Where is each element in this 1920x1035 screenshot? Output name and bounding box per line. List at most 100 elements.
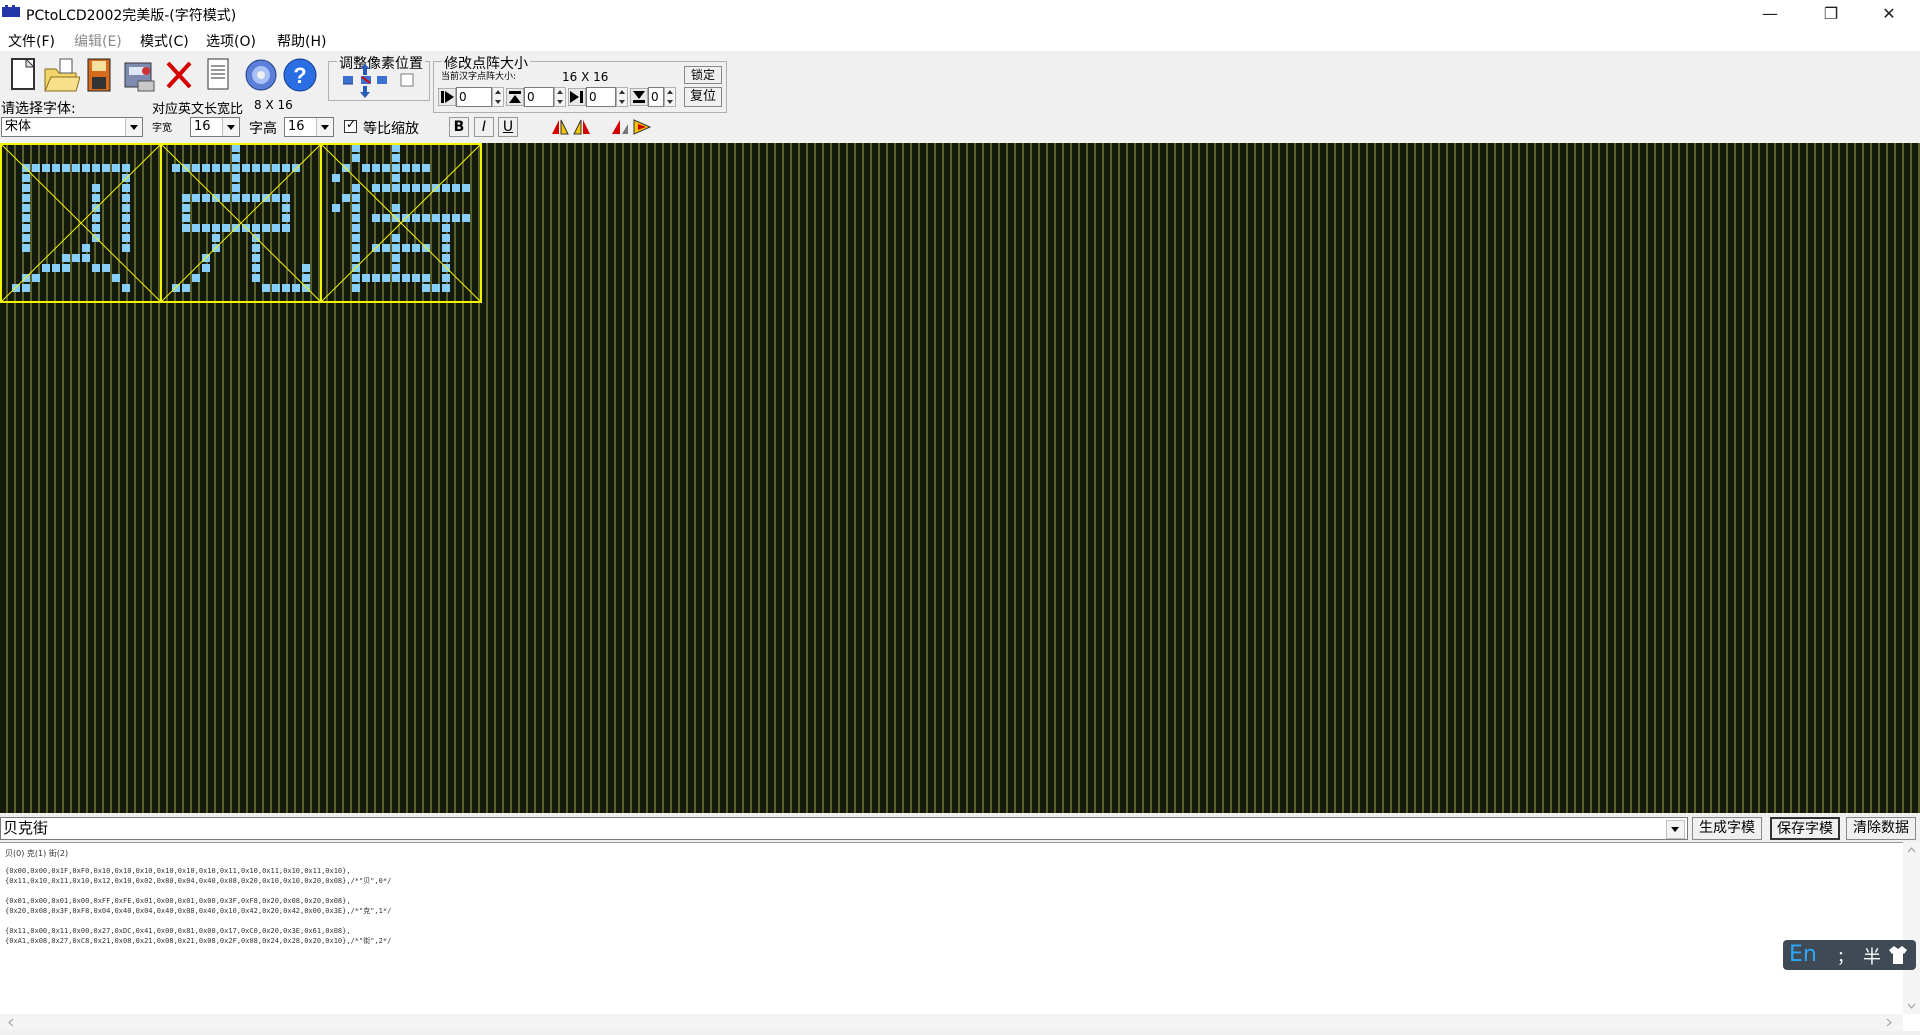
lit-pixel[interactable] <box>212 164 220 172</box>
chevron-down-icon[interactable] <box>316 118 333 136</box>
lit-pixel[interactable] <box>22 244 30 252</box>
lit-pixel[interactable] <box>122 184 130 192</box>
lit-pixel[interactable] <box>352 284 360 292</box>
lit-pixel[interactable] <box>392 174 400 182</box>
lit-pixel[interactable] <box>232 144 240 152</box>
lit-pixel[interactable] <box>352 144 360 152</box>
output-text-area[interactable]: 贝(0) 克(1) 街(2) {0x00,0x00,0x1F,0xF0,0x10… <box>0 842 1920 1031</box>
lit-pixel[interactable] <box>252 244 260 252</box>
help-icon[interactable]: ? <box>281 55 319 95</box>
lit-pixel[interactable] <box>92 224 100 232</box>
lit-pixel[interactable] <box>462 214 470 222</box>
lit-pixel[interactable] <box>82 164 90 172</box>
lit-pixel[interactable] <box>382 274 390 282</box>
lit-pixel[interactable] <box>82 254 90 262</box>
lit-pixel[interactable] <box>302 264 310 272</box>
lit-pixel[interactable] <box>92 264 100 272</box>
lit-pixel[interactable] <box>202 194 210 202</box>
lit-pixel[interactable] <box>352 194 360 202</box>
lit-pixel[interactable] <box>442 254 450 262</box>
lit-pixel[interactable] <box>282 164 290 172</box>
reset-button[interactable]: 复位 <box>684 87 722 107</box>
lit-pixel[interactable] <box>382 184 390 192</box>
lit-pixel[interactable] <box>182 204 190 212</box>
lit-pixel[interactable] <box>352 214 360 222</box>
lit-pixel[interactable] <box>422 274 430 282</box>
italic-button[interactable]: I <box>474 117 494 137</box>
lit-pixel[interactable] <box>442 274 450 282</box>
lit-pixel[interactable] <box>62 264 70 272</box>
lit-pixel[interactable] <box>442 214 450 222</box>
text-input-combo[interactable]: 贝克街 <box>0 817 1688 840</box>
lit-pixel[interactable] <box>422 184 430 192</box>
lit-pixel[interactable] <box>122 224 130 232</box>
lit-pixel[interactable] <box>52 164 60 172</box>
lit-pixel[interactable] <box>332 204 340 212</box>
lit-pixel[interactable] <box>222 194 230 202</box>
bottom-spin-buttons[interactable] <box>664 87 676 107</box>
underline-button[interactable]: U <box>498 117 518 137</box>
lit-pixel[interactable] <box>182 224 190 232</box>
rotate-right-icon[interactable] <box>632 118 652 136</box>
lit-pixel[interactable] <box>352 234 360 242</box>
lit-pixel[interactable] <box>232 164 240 172</box>
lit-pixel[interactable] <box>392 244 400 252</box>
lit-pixel[interactable] <box>22 174 30 182</box>
delete-icon[interactable] <box>160 55 198 95</box>
lit-pixel[interactable] <box>122 164 130 172</box>
lit-pixel[interactable] <box>172 284 180 292</box>
lit-pixel[interactable] <box>372 214 380 222</box>
right-spin[interactable]: 0 <box>586 87 616 107</box>
lit-pixel[interactable] <box>372 164 380 172</box>
lock-button[interactable]: 锁定 <box>684 66 722 84</box>
flip-horizontal-icon[interactable] <box>550 118 570 136</box>
lit-pixel[interactable] <box>272 224 280 232</box>
lit-pixel[interactable] <box>412 244 420 252</box>
lit-pixel[interactable] <box>352 154 360 162</box>
lit-pixel[interactable] <box>252 194 260 202</box>
lit-pixel[interactable] <box>412 164 420 172</box>
chevron-down-icon[interactable] <box>125 118 142 136</box>
lit-pixel[interactable] <box>212 224 220 232</box>
lit-pixel[interactable] <box>392 234 400 242</box>
lit-pixel[interactable] <box>102 164 110 172</box>
lit-pixel[interactable] <box>252 164 260 172</box>
lit-pixel[interactable] <box>42 164 50 172</box>
char-height-select[interactable]: 16 <box>284 117 334 137</box>
menu-help[interactable]: 帮助(H) <box>277 31 326 51</box>
lit-pixel[interactable] <box>192 194 200 202</box>
lit-pixel[interactable] <box>32 164 40 172</box>
lit-pixel[interactable] <box>392 264 400 272</box>
lit-pixel[interactable] <box>252 274 260 282</box>
export-icon[interactable] <box>120 55 158 95</box>
shirt-icon[interactable] <box>1887 945 1909 965</box>
left-spin-buttons[interactable] <box>492 87 504 107</box>
rotate-left-icon[interactable] <box>610 118 630 136</box>
ime-punct[interactable]: ； <box>1837 943 1853 967</box>
lit-pixel[interactable] <box>332 174 340 182</box>
lit-pixel[interactable] <box>172 164 180 172</box>
lit-pixel[interactable] <box>252 224 260 232</box>
save-icon[interactable] <box>81 55 119 95</box>
lit-pixel[interactable] <box>182 214 190 222</box>
lit-pixel[interactable] <box>262 284 270 292</box>
proportional-checkbox[interactable] <box>344 117 357 133</box>
lit-pixel[interactable] <box>392 144 400 152</box>
lit-pixel[interactable] <box>352 274 360 282</box>
lit-pixel[interactable] <box>352 254 360 262</box>
chevron-down-icon[interactable] <box>1666 820 1685 839</box>
lit-pixel[interactable] <box>32 274 40 282</box>
lit-pixel[interactable] <box>262 164 270 172</box>
lit-pixel[interactable] <box>122 194 130 202</box>
lit-pixel[interactable] <box>372 274 380 282</box>
lit-pixel[interactable] <box>122 244 130 252</box>
lit-pixel[interactable] <box>362 164 370 172</box>
lit-pixel[interactable] <box>112 274 120 282</box>
lit-pixel[interactable] <box>22 224 30 232</box>
lit-pixel[interactable] <box>232 154 240 162</box>
generate-button[interactable]: 生成字模 <box>1692 817 1762 840</box>
lit-pixel[interactable] <box>222 164 230 172</box>
app-icon[interactable] <box>2 5 20 19</box>
lit-pixel[interactable] <box>302 284 310 292</box>
lit-pixel[interactable] <box>192 224 200 232</box>
